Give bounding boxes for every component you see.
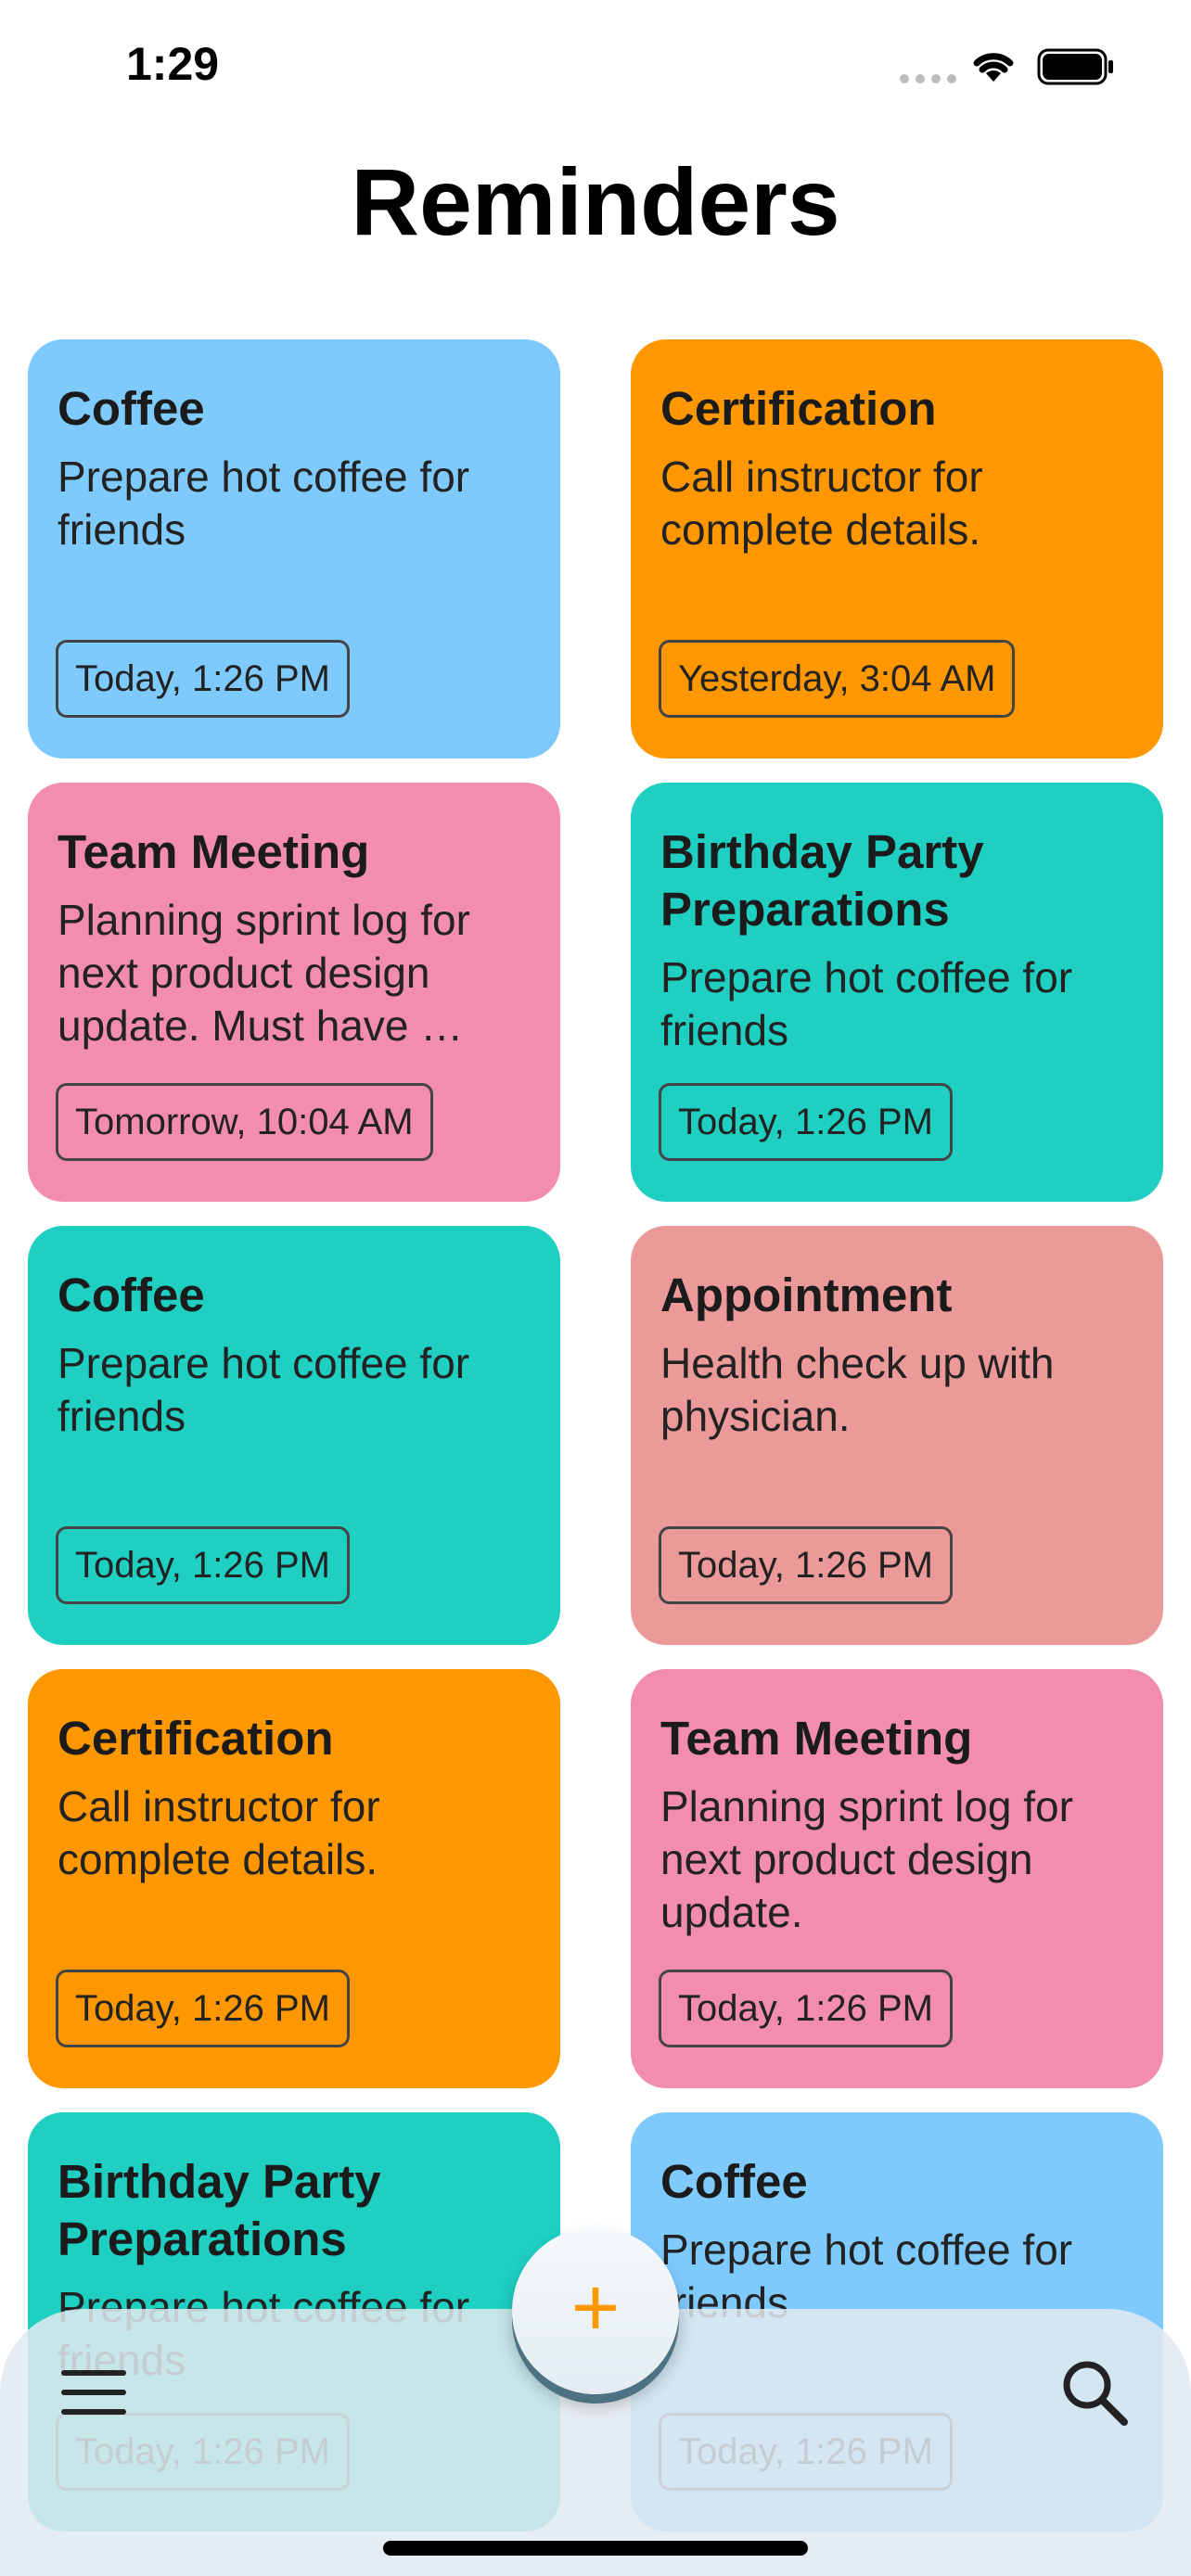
reminder-title: Appointment: [660, 1269, 953, 1321]
reminder-text: Call instructor for complete details.: [58, 1782, 380, 1883]
reminders-grid: Coffee Prepare hot coffee for friends Toda…: [28, 339, 1164, 2531]
reminder-text: Prepare hot coffee for friends: [58, 1339, 470, 1440]
reminder-time-badge: Today, 1:26 PM: [56, 1970, 350, 2047]
reminder-card[interactable]: Team Meeting Planning sprint log for next…: [631, 1669, 1163, 2088]
reminder-text: Planning sprint log for next product des…: [660, 1782, 1073, 1936]
reminder-card[interactable]: Birthday Party Preparations Prepare hot c…: [631, 783, 1163, 1202]
reminder-text: Planning sprint log for next product des…: [58, 896, 470, 1050]
reminder-time-badge: Today, 1:26 PM: [659, 1083, 953, 1161]
reminder-title: Coffee: [660, 2155, 808, 2208]
add-reminder-button[interactable]: +: [512, 2227, 679, 2394]
reminder-title: Team Meeting: [660, 1712, 973, 1765]
reminder-time-badge: Today, 1:26 PM: [659, 1526, 953, 1604]
page-title: Reminders: [351, 149, 840, 255]
reminder-title: Coffee: [58, 382, 205, 435]
reminder-title: Birthday Party Preparations: [660, 825, 984, 936]
reminder-title: Birthday Party Preparations: [58, 2155, 381, 2265]
reminder-time-badge: Today, 1:26 PM: [659, 1970, 953, 2047]
reminder-title: Certification: [58, 1712, 334, 1765]
reminder-card[interactable]: Coffee Prepare hot coffee for friends Toda…: [28, 339, 560, 759]
reminder-card[interactable]: Coffee Prepare hot coffee for friends Toda…: [28, 1226, 560, 1645]
reminder-title: Coffee: [58, 1269, 205, 1321]
reminder-text: Call instructor for complete details.: [660, 453, 983, 554]
reminder-text: Prepare hot coffee for friends: [58, 453, 470, 554]
menu-icon[interactable]: [61, 2366, 126, 2418]
reminder-card[interactable]: Appointment Health check up with physicia…: [631, 1226, 1163, 1645]
home-indicator: [383, 2541, 808, 2556]
status-bar: 1:29: [0, 0, 1191, 130]
reminder-card[interactable]: Team Meeting Planning sprint log for next…: [28, 783, 560, 1202]
reminder-title: Team Meeting: [58, 825, 370, 878]
reminder-time-badge: Today, 1:26 PM: [56, 1526, 350, 1604]
cellular-signal-icon: [900, 74, 956, 83]
reminder-time-badge: Tomorrow, 10:04 AM: [56, 1083, 433, 1161]
reminder-card[interactable]: Certification Call instructor for complet…: [28, 1669, 560, 2088]
reminder-text: Prepare hot coffee for friends: [660, 953, 1073, 1054]
reminder-time-badge: Yesterday, 3:04 AM: [659, 640, 1016, 718]
search-icon[interactable]: [1057, 2355, 1132, 2429]
reminder-time-badge: Today, 1:26 PM: [56, 640, 350, 718]
reminder-text: Health check up with physician.: [660, 1339, 1055, 1440]
battery-icon: [1037, 48, 1113, 85]
reminder-title: Certification: [660, 382, 937, 435]
plus-icon: +: [570, 2262, 621, 2354]
reminder-card[interactable]: Certification Call instructor for complet…: [631, 339, 1163, 759]
wifi-icon: [973, 53, 1014, 82]
status-time: 1:29: [126, 38, 220, 90]
